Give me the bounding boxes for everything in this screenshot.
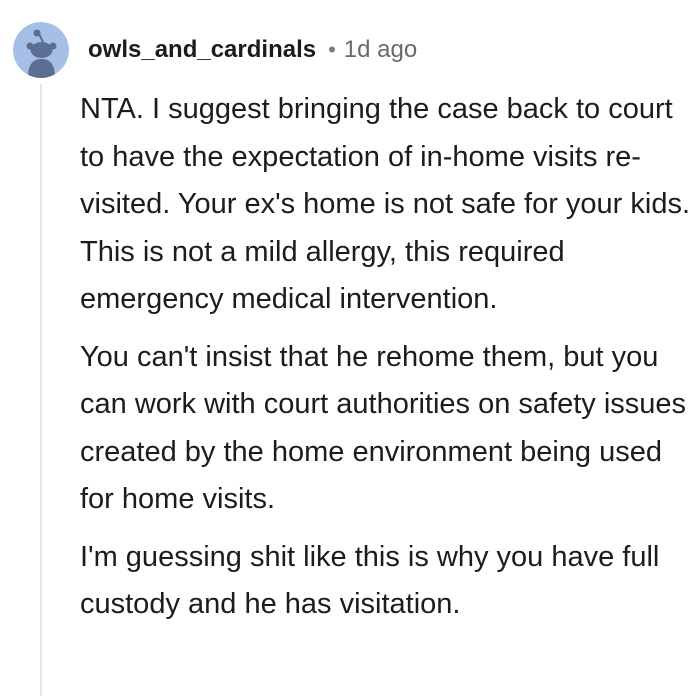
avatar[interactable]	[13, 22, 69, 78]
timestamp[interactable]: 1d ago	[344, 36, 417, 64]
comment-paragraph: NTA. I suggest bringing the case back to…	[80, 93, 691, 315]
snoo-avatar-icon	[13, 22, 69, 78]
comment-paragraph: I'm guessing shit like this is why you h…	[80, 540, 660, 621]
comment-paragraph: You can't insist that he rehome them, bu…	[80, 340, 687, 516]
comment-body: NTA. I suggest bringing the case back to…	[80, 86, 692, 639]
separator-dot: •	[328, 37, 336, 62]
thread-line[interactable]	[40, 84, 42, 696]
username-link[interactable]: owls_and_cardinals	[88, 36, 316, 64]
comment-header: owls_and_cardinals • 1d ago	[88, 32, 417, 68]
